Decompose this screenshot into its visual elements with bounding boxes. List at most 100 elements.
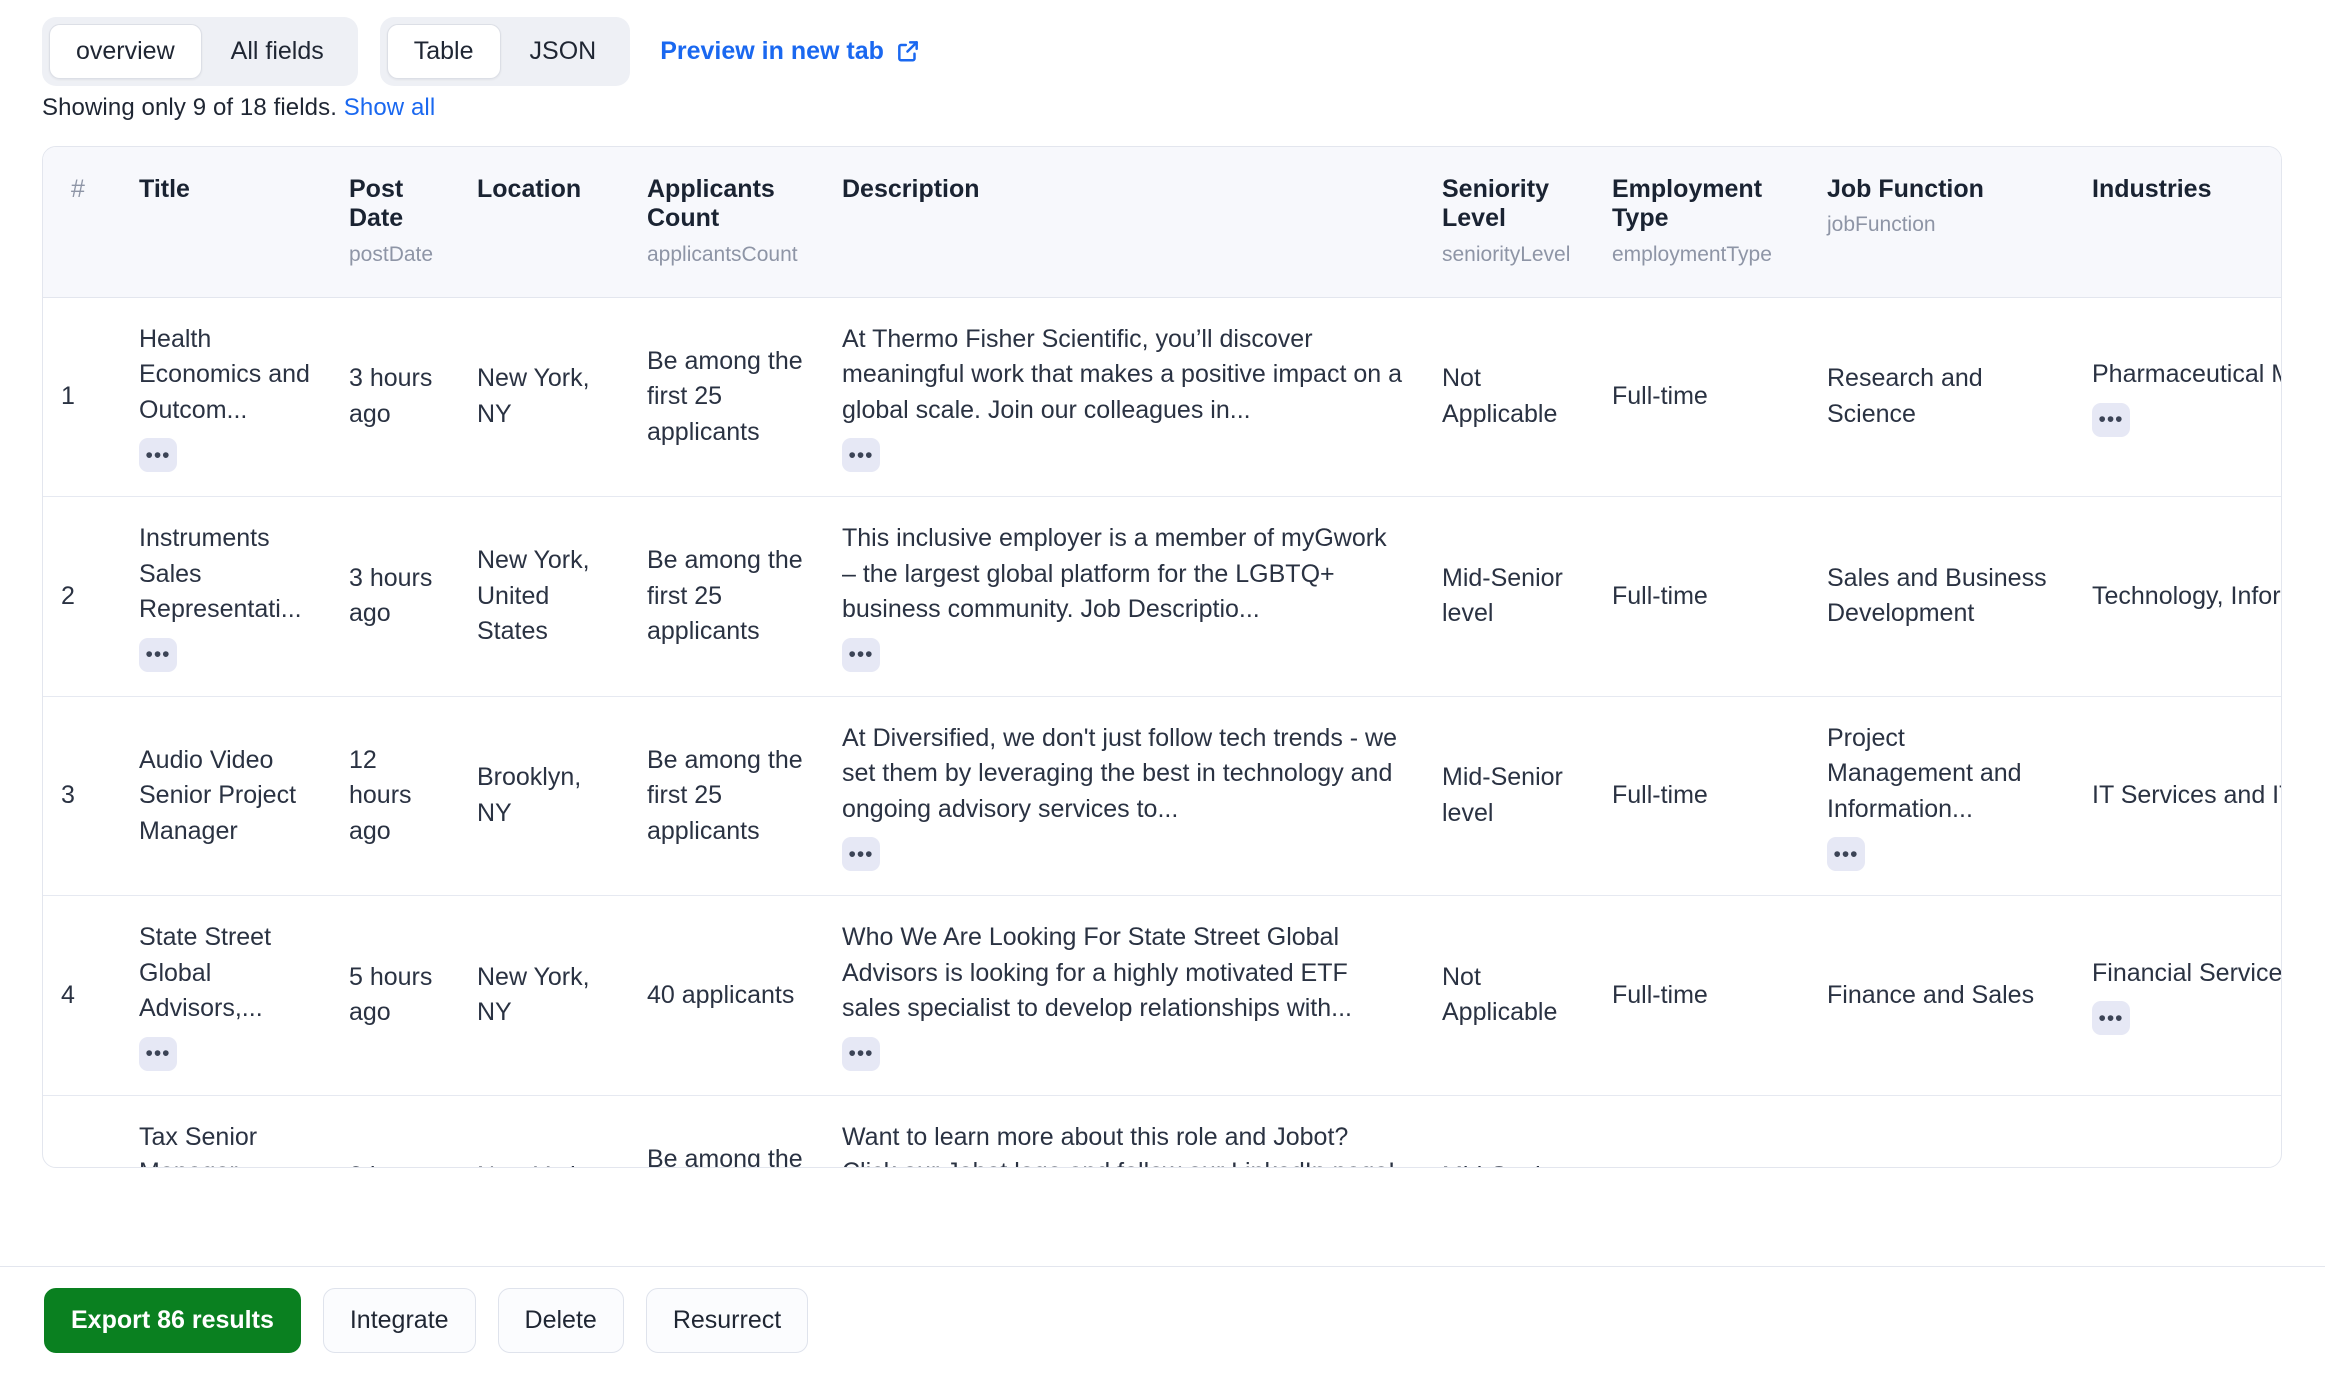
cell-applicants-count-text: Be among the first 25 applicants xyxy=(647,546,803,646)
column-header-job-function[interactable]: Job Function jobFunction xyxy=(1809,147,2074,298)
column-header-index: # xyxy=(43,147,121,298)
resurrect-button[interactable]: Resurrect xyxy=(645,1288,809,1353)
cell-industries-text: Pharmaceutical Manufacturing and... xyxy=(2092,360,2281,389)
column-employment-type-label: Employment Type xyxy=(1612,175,1763,233)
cell-post-date-text: 12 hours ago xyxy=(349,745,412,845)
delete-button[interactable]: Delete xyxy=(497,1288,624,1353)
tab-table[interactable]: Table xyxy=(386,23,501,79)
column-header-industries[interactable]: Industries xyxy=(2074,147,2281,298)
cell-title: Health Economics and Outcom... ••• xyxy=(121,297,331,498)
cell-job-function: Finance and Sales xyxy=(1809,895,2074,1096)
column-post-date-label: Post Date xyxy=(349,175,404,233)
cell-location-text: New York, NY xyxy=(477,1159,611,1167)
table-row[interactable]: 2 Instruments Sales Representati... ••• 3 h… xyxy=(43,496,2281,697)
column-header-applicants-count[interactable]: Applicants Count applicantsCount xyxy=(629,147,824,298)
cell-employment-type-text: Full-time xyxy=(1612,781,1708,810)
tab-all-fields[interactable]: All fields xyxy=(204,24,351,79)
column-location-label: Location xyxy=(477,175,582,203)
cell-employment-type: Full-time xyxy=(1594,696,1809,897)
integrate-button[interactable]: Integrate xyxy=(322,1288,476,1353)
column-header-description[interactable]: Description xyxy=(824,147,1424,298)
show-all-fields-link[interactable]: Show all xyxy=(344,94,436,121)
cell-industries: Staffing and Recruiting xyxy=(2074,1095,2281,1167)
table-header: # Title Post Date postDate Location Appl… xyxy=(43,147,2281,298)
cell-post-date: 3 hours ago xyxy=(331,496,459,697)
expand-ellipsis-icon[interactable]: ••• xyxy=(139,438,177,473)
cell-applicants-count-text: Be among the first 25 applicants xyxy=(647,745,803,845)
column-header-title[interactable]: Title xyxy=(121,147,331,298)
cell-description-text: This inclusive employer is a member of m… xyxy=(842,524,1387,624)
cell-post-date-text: 3 hours ago xyxy=(349,364,433,428)
column-title-label: Title xyxy=(139,175,190,203)
cell-job-function-text: Sales and Business Development xyxy=(1827,563,2047,628)
cell-applicants-count: Be among the first 25 applicants xyxy=(629,1095,824,1168)
row-index: 5 xyxy=(43,1095,121,1167)
column-header-location[interactable]: Location xyxy=(459,147,629,298)
cell-title-text: Instruments Sales Representati... xyxy=(139,524,302,624)
tab-json[interactable]: JSON xyxy=(503,24,624,79)
cell-post-date-text: 2 hours ago xyxy=(349,1159,441,1167)
expand-ellipsis-icon[interactable]: ••• xyxy=(1827,837,1865,872)
cell-applicants-count-text: Be among the first 25 applicants xyxy=(647,1144,803,1168)
cell-seniority-level-text: Mid-Senior level xyxy=(1442,563,1563,628)
column-job-function-label: Job Function xyxy=(1827,175,1984,203)
expand-ellipsis-icon[interactable]: ••• xyxy=(2092,402,2130,437)
expand-ellipsis-icon[interactable]: ••• xyxy=(842,837,880,872)
cell-employment-type: Full-time xyxy=(1594,297,1809,498)
expand-ellipsis-icon[interactable]: ••• xyxy=(139,1036,177,1071)
cell-description-text: Want to learn more about this role and J… xyxy=(842,1122,1395,1167)
cell-location: New York, NY xyxy=(459,1095,629,1167)
cell-job-function: Finance and Sales xyxy=(1809,1095,2074,1167)
cell-industries-text: Technology, Information and Internet xyxy=(2092,581,2281,610)
cell-seniority-level: Not Applicable xyxy=(1424,297,1594,498)
results-table-scroll[interactable]: # Title Post Date postDate Location Appl… xyxy=(42,146,2282,1168)
expand-ellipsis-icon[interactable]: ••• xyxy=(842,637,880,672)
cell-title-text: State Street Global Advisors,... xyxy=(139,923,272,1023)
cell-post-date: 12 hours ago xyxy=(331,696,459,897)
expand-ellipsis-icon[interactable]: ••• xyxy=(139,637,177,672)
preview-in-new-tab-link[interactable]: Preview in new tab xyxy=(660,37,921,66)
column-post-date-field: postDate xyxy=(349,242,434,266)
view-mode-switch: overview All fields xyxy=(42,16,358,86)
cell-seniority-level-text: Not Applicable xyxy=(1442,364,1558,428)
column-description-label: Description xyxy=(842,175,980,203)
cell-location: Brooklyn, NY xyxy=(459,696,629,897)
table-row[interactable]: 1 Health Economics and Outcom... ••• 3 hour… xyxy=(43,297,2281,498)
cell-location-text: New York, NY xyxy=(477,962,590,1027)
fields-notice-text: Showing only 9 of 18 fields. xyxy=(42,94,337,121)
cell-title: Audio Video Senior Project Manager xyxy=(121,696,331,897)
table-row[interactable]: 5Tax Senior Manager - Financial...••• 2 h… xyxy=(43,1095,2281,1168)
cell-seniority-level-text: Mid-Senior level xyxy=(1442,1159,1576,1167)
cell-description: Who We Are Looking For State Street Glob… xyxy=(824,895,1424,1096)
cell-seniority-level: Mid-Senior level xyxy=(1424,1095,1594,1167)
cell-applicants-count-text: 40 applicants xyxy=(647,980,795,1009)
table-row[interactable]: 3 Audio Video Senior Project Manager 12 ho… xyxy=(43,696,2281,897)
row-index: 1 xyxy=(43,297,121,498)
expand-ellipsis-icon[interactable]: ••• xyxy=(842,1036,880,1071)
cell-title: Instruments Sales Representati... ••• xyxy=(121,496,331,697)
cell-employment-type-text: Full-time xyxy=(1612,382,1708,411)
cell-title: Tax Senior Manager - Financial...••• xyxy=(121,1095,331,1167)
cell-industries: Pharmaceutical Manufacturing and... ••• xyxy=(2074,297,2281,498)
top-toolbar: overview All fields Table JSON Preview i… xyxy=(0,0,2325,86)
cell-title-text: Audio Video Senior Project Manager xyxy=(139,745,297,845)
export-results-button[interactable]: Export 86 results xyxy=(44,1288,301,1353)
column-job-function-field: jobFunction xyxy=(1827,213,1936,237)
column-header-post-date[interactable]: Post Date postDate xyxy=(331,147,459,298)
row-index: 3 xyxy=(43,696,121,897)
expand-ellipsis-icon[interactable]: ••• xyxy=(2092,1001,2130,1036)
cell-applicants-count: 40 applicants xyxy=(629,895,824,1096)
cell-post-date-text: 3 hours ago xyxy=(349,563,433,628)
column-header-employment-type[interactable]: Employment Type employmentType xyxy=(1594,147,1809,298)
expand-ellipsis-icon[interactable]: ••• xyxy=(842,438,880,473)
cell-description: Want to learn more about this role and J… xyxy=(824,1095,1424,1167)
cell-location-text: Brooklyn, NY xyxy=(477,763,582,827)
column-header-seniority-level[interactable]: Seniority Level seniorityLevel xyxy=(1424,147,1594,298)
cell-seniority-level-text: Mid-Senior level xyxy=(1442,763,1563,827)
cell-industries: IT Services and IT Consulting xyxy=(2074,696,2281,897)
tab-overview[interactable]: overview xyxy=(49,23,202,79)
cell-description: This inclusive employer is a member of m… xyxy=(824,496,1424,697)
cell-applicants-count: Be among the first 25 applicants xyxy=(629,297,824,498)
column-industries-label: Industries xyxy=(2092,175,2212,203)
table-row[interactable]: 4 State Street Global Advisors,... ••• 5 ho… xyxy=(43,895,2281,1096)
